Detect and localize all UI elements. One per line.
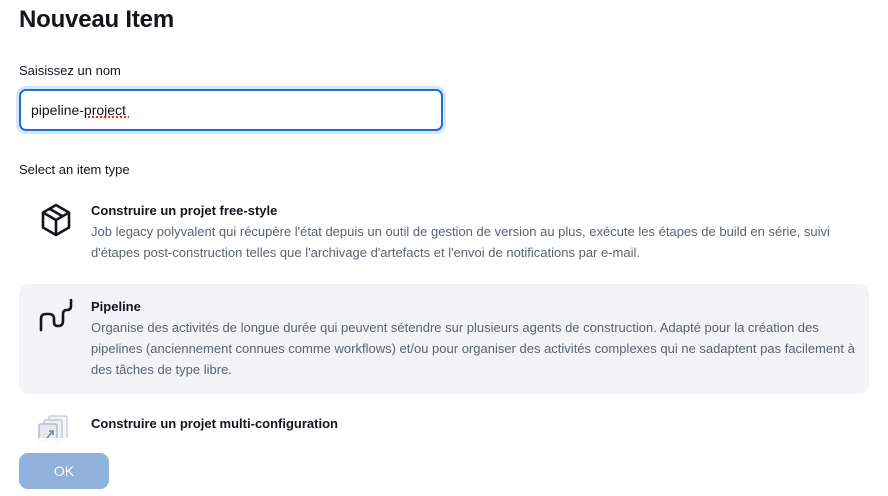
footer-bar [0,438,888,496]
spellcheck-underline [87,116,129,119]
item-type-description: Organise des activités de longue durée q… [91,320,855,377]
new-item-page: Nouveau Item Saisissez un nom Select an … [0,0,888,496]
item-name-label: Saisissez un nom [19,63,121,78]
item-type-name: Construire un projet free-style [91,203,278,218]
item-type-pipeline[interactable]: Pipeline Organise des activités de longu… [19,284,869,394]
page-title: Nouveau Item [19,6,174,33]
package-box-icon [37,200,75,240]
item-type-name: Pipeline [91,299,141,314]
pipeline-icon [37,296,75,336]
item-type-name: Construire un projet multi-configuration [91,416,338,431]
ok-button[interactable]: OK [19,453,109,489]
item-name-input[interactable] [19,89,443,131]
item-type-label: Select an item type [19,162,130,177]
item-type-freestyle[interactable]: Construire un projet free-style Job lega… [19,192,869,272]
item-type-description: Job legacy polyvalent qui récupère l'éta… [91,224,830,260]
